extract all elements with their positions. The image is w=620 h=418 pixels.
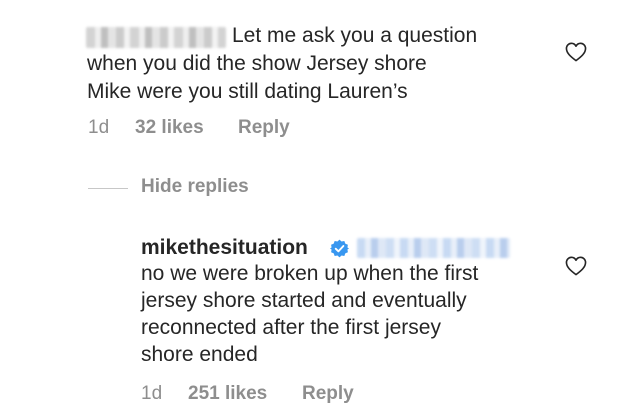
reply-line-3: reconnected after the first jersey [141,316,441,339]
reply-likes[interactable]: 251 likes [188,383,267,405]
redacted-username [86,27,226,48]
verified-badge-icon [330,239,349,258]
heart-icon[interactable] [565,42,587,62]
comment-age: 1d [88,117,110,138]
reply-line-2: jersey shore started and eventually [141,289,467,312]
comment-line-2: when you did the show Jersey shore [87,52,427,75]
comment-reply-button[interactable]: Reply [238,117,290,139]
redacted-mention [357,238,510,258]
replies-divider [88,188,128,189]
comment-line-1: Let me ask you a question [232,24,478,47]
heart-icon[interactable] [565,256,587,276]
comment-likes[interactable]: 32 likes [135,117,204,139]
reply-username[interactable]: mikethesituation [141,235,308,261]
reply-line-4: shore ended [141,343,258,366]
comment-line-3: Mike were you still dating Lauren’s [87,80,408,103]
reply-age: 1d [141,383,163,404]
hide-replies-button[interactable]: Hide replies [141,176,249,198]
reply-reply-button[interactable]: Reply [302,383,354,405]
reply-line-1: no we were broken up when the first [141,262,479,285]
